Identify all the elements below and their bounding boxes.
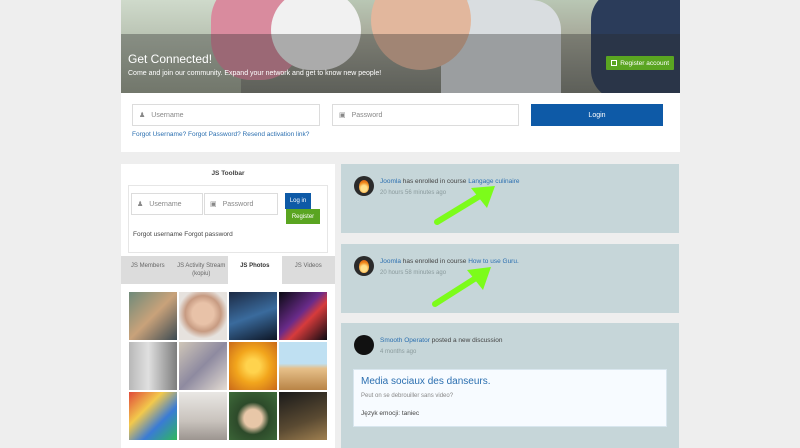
password-input[interactable]: ▣ Password [332, 104, 519, 126]
photos-grid [121, 284, 335, 448]
activity-user-link[interactable]: Joomla [380, 178, 401, 185]
photo-thumbnail[interactable] [179, 292, 227, 340]
password-placeholder: Password [351, 111, 383, 119]
toolbar-register-button[interactable]: Register [286, 209, 320, 224]
activity-user-link[interactable]: Smooth Operator [380, 337, 430, 344]
photo-thumbnail[interactable] [279, 342, 327, 390]
toolbar-username-input[interactable]: ♟ Username [131, 193, 203, 215]
photo-thumbnail[interactable] [179, 392, 227, 440]
photo-thumbnail[interactable] [179, 342, 227, 390]
tab-js-members[interactable]: JS Members [121, 256, 175, 284]
activity-verb: posted a new discussion [429, 337, 503, 344]
toolbar-password-input[interactable]: ▣ Password [204, 193, 278, 215]
activity-time: 4 months ago [380, 349, 417, 355]
photo-thumbnail[interactable] [279, 392, 327, 440]
toolbar-login-button[interactable]: Log in [285, 193, 311, 209]
tab-js-activity-stream[interactable]: JS Activity Stream (kopiu) [175, 256, 229, 284]
discussion-card[interactable]: Media sociaux des danseurs. Peut on se d… [353, 369, 667, 427]
register-account-button[interactable]: Register account [606, 56, 674, 70]
username-input[interactable]: ♟ Username [132, 104, 320, 126]
toolbar-login-box: ♟ Username ▣ Password Log in Register Fo… [128, 185, 328, 253]
photo-thumbnail[interactable] [229, 392, 277, 440]
avatar[interactable] [354, 256, 374, 276]
activity-item: Joomla has enrolled in course How to use… [341, 244, 679, 313]
module-tabs: JS Members JS Activity Stream (kopiu) JS… [121, 256, 335, 284]
tab-js-photos[interactable]: JS Photos [228, 256, 282, 284]
green-arrow-icon [432, 267, 491, 307]
lock-icon: ▣ [339, 112, 346, 119]
avatar[interactable] [354, 176, 374, 196]
discussion-title[interactable]: Media sociaux des danseurs. [361, 376, 491, 387]
photo-thumbnail[interactable] [129, 342, 177, 390]
hero-banner: Get Connected! Come and join our communi… [121, 0, 680, 93]
photo-thumbnail[interactable] [129, 292, 177, 340]
checkbox-icon [611, 60, 618, 66]
photo-thumbnail[interactable] [229, 292, 277, 340]
avatar[interactable] [354, 335, 374, 355]
lock-icon: ▣ [210, 201, 217, 208]
activity-user-link[interactable]: Joomla [380, 258, 401, 265]
hero-title: Get Connected! [128, 52, 213, 66]
photo-thumbnail[interactable] [129, 392, 177, 440]
tab-js-videos[interactable]: JS Videos [282, 256, 336, 284]
hero-subtitle: Come and join our community. Expand your… [128, 70, 382, 77]
login-bar: ♟ Username ▣ Password Login Forgot Usern… [121, 93, 680, 152]
toolbar-forgot-links[interactable]: Forgot username Forgot password [133, 231, 233, 238]
toolbar-title: JS Toolbar [211, 170, 245, 177]
photo-thumbnail[interactable] [229, 342, 277, 390]
register-account-label: Register account [620, 59, 669, 67]
user-icon: ♟ [139, 112, 146, 119]
activity-text: Smooth Operator posted a new discussion [380, 337, 503, 344]
toolbar-password-placeholder: Password [222, 200, 254, 208]
activity-item: Joomla has enrolled in course Langage cu… [341, 164, 679, 233]
green-arrow-icon [434, 186, 495, 225]
discussion-body: Język emocji: taniec [361, 410, 420, 417]
user-icon: ♟ [137, 201, 144, 208]
js-toolbar-module: JS Toolbar ♟ Username ▣ Password Log in … [121, 164, 335, 256]
joomla-logo-icon [359, 180, 369, 193]
toolbar-username-placeholder: Username [149, 200, 182, 208]
forgot-links[interactable]: Forgot Username? Forgot Password? Resend… [132, 131, 309, 138]
activity-item: Smooth Operator posted a new discussion … [341, 323, 679, 448]
joomla-logo-icon [359, 260, 369, 273]
discussion-excerpt: Peut on se debrouiller sans video? [361, 393, 454, 399]
photo-thumbnail[interactable] [279, 292, 327, 340]
login-button[interactable]: Login [531, 104, 663, 126]
username-placeholder: Username [151, 111, 184, 119]
